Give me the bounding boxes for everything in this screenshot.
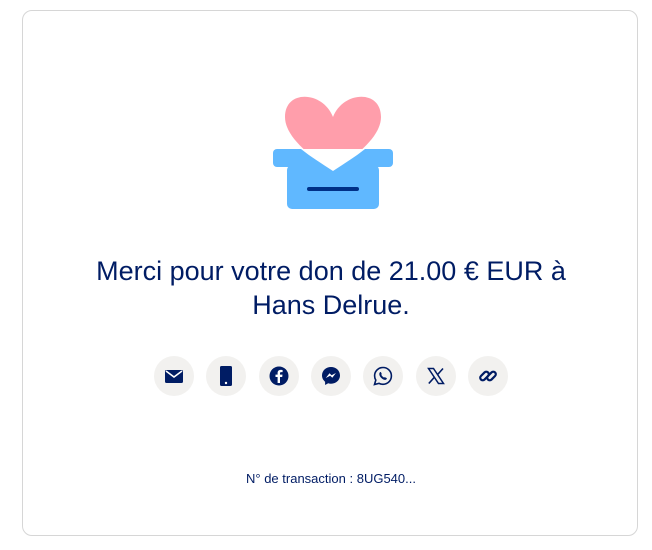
share-copy-link-button[interactable] [467,356,508,396]
transaction-id: 8UG540... [356,471,416,486]
confirmation-line-2: Hans Delrue. [252,290,410,320]
box-slot [307,187,359,191]
messenger-icon [321,367,340,385]
facebook-icon [269,366,289,386]
donation-heart-box-icon [273,96,393,209]
email-icon [165,370,183,383]
share-x-button[interactable] [415,356,456,396]
share-buttons [154,356,508,396]
whatsapp-icon [373,366,393,386]
link-icon [479,370,497,382]
x-icon [426,367,445,385]
phone-icon [220,366,233,386]
share-whatsapp-button[interactable] [363,356,404,396]
donation-confirmation-card: Merci pour votre don de 21.00 € EUR à Ha… [22,10,638,536]
share-email-button[interactable] [154,356,194,396]
share-messenger-button[interactable] [310,356,351,396]
share-facebook-button[interactable] [258,356,299,396]
confirmation-message: Merci pour votre don de 21.00 € EUR à Ha… [23,254,639,322]
share-sms-button[interactable] [206,356,247,396]
transaction-label: N° de transaction : [246,471,354,486]
transaction-number: N° de transaction : 8UG540... [23,471,639,486]
confirmation-line-1: Merci pour votre don de 21.00 € EUR à [96,256,566,286]
